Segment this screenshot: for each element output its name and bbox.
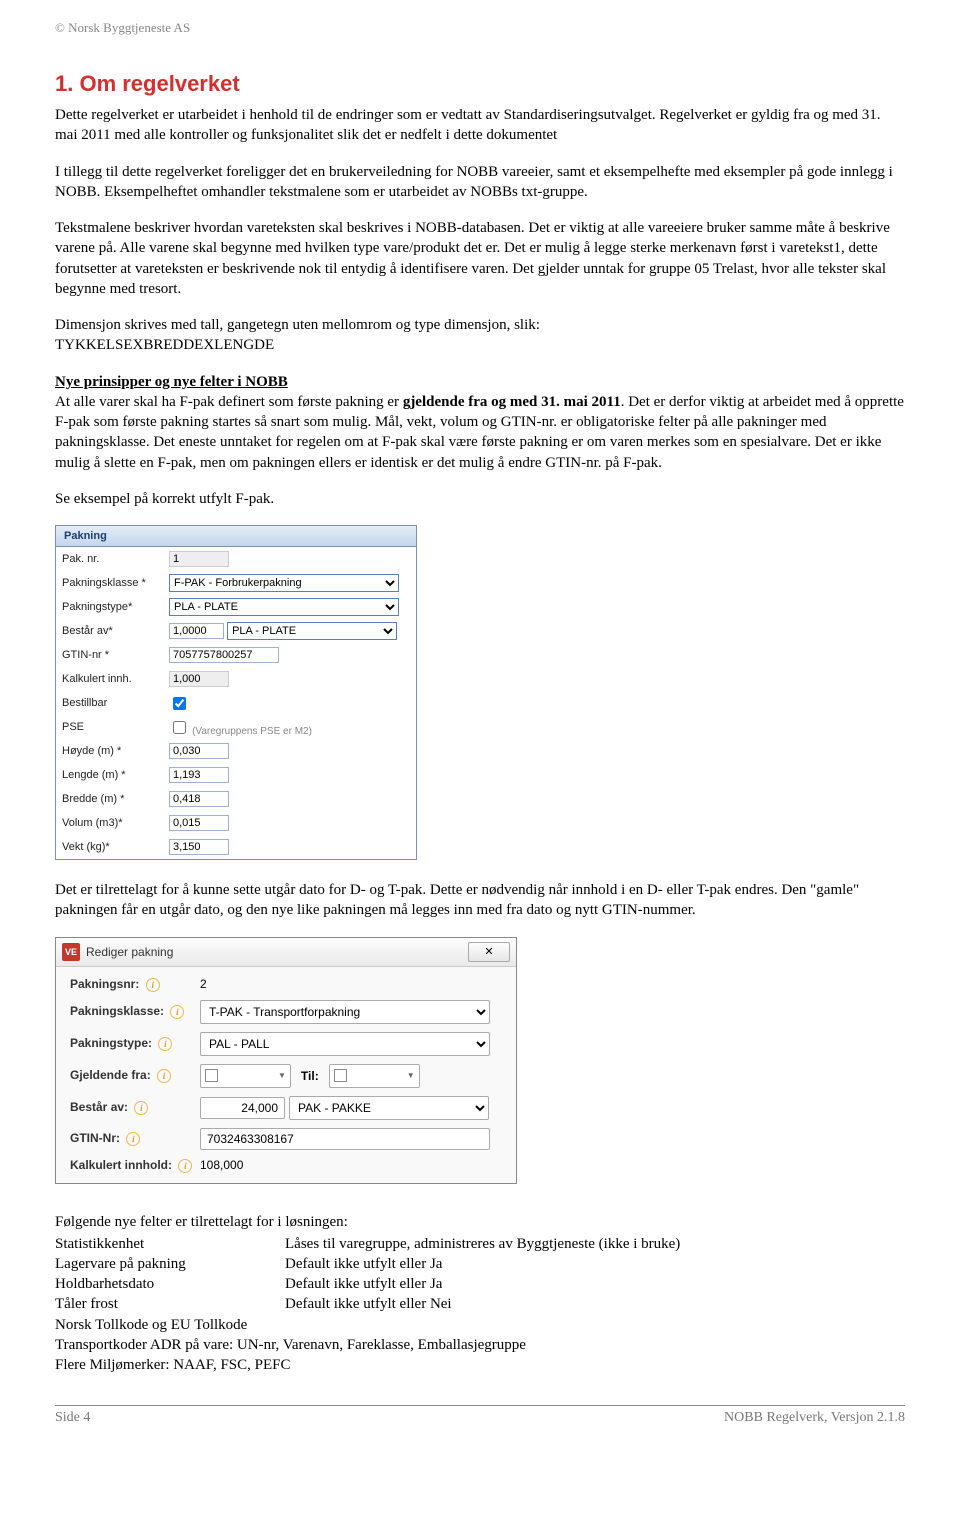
footer-right: NOBB Regelverk, Versjon 2.1.8 [724,1410,905,1426]
label-volum: Volum (m3)* [56,811,163,835]
input-bredde[interactable] [169,791,229,807]
field-desc: Låses til varegruppe, administreres av B… [285,1234,680,1254]
select-paktype[interactable]: PLA - PLATE [169,598,399,616]
paragraph-4a: Dimensjon skrives med tall, gangetegn ut… [55,317,540,333]
field-name: Lagervare på pakning [55,1254,285,1274]
input-lengde[interactable] [169,767,229,783]
pakning-form: Pakning Pak. nr. Pakningsklasse * F-PAK … [55,525,417,860]
new-fields-table: StatistikkenhetLåses til varegruppe, adm… [55,1234,680,1376]
close-icon: ✕ [484,945,493,958]
dlabel-bestar: Består av: [70,1100,128,1114]
sub-heading: Nye prinsipper og nye felter i NOBB [55,374,288,390]
label-gtin: GTIN-nr * [56,643,163,667]
pse-note: (Varegruppens PSE er M2) [192,726,312,737]
input-d-bestar-qty[interactable] [200,1097,285,1119]
paragraph-5: Nye prinsipper og nye felter i NOBB At a… [55,372,905,473]
label-pakklasse: Pakningsklasse * [56,571,163,595]
document-page: © Norsk Byggtjeneste AS 1. Om regelverke… [0,0,960,1456]
dlabel-paktype: Pakningstype: [70,1036,152,1050]
input-d-gtin[interactable] [200,1128,490,1150]
paragraph-5a: At alle varer skal ha F-pak definert som… [55,394,403,410]
select-d-bestar-unit[interactable]: PAK - PAKKE [289,1096,489,1120]
footer-left: Side 4 [55,1410,90,1426]
chevron-down-icon: ▼ [278,1071,286,1080]
info-icon[interactable]: i [126,1132,140,1146]
field-name: Holdbarhetsdato [55,1274,285,1294]
label-pse: PSE [56,715,163,739]
label-bestillbar: Bestillbar [56,691,163,715]
dlabel-gtin: GTIN-Nr: [70,1131,120,1145]
field-desc: Default ikke utfylt eller Ja [285,1254,680,1274]
label-hoyde: Høyde (m) * [56,739,163,763]
info-icon[interactable]: i [158,1037,172,1051]
rediger-pakning-dialog: VE Rediger pakning ✕ Pakningsnr: i 2 Pak… [55,937,517,1184]
pakning-form-title: Pakning [56,526,416,547]
info-icon[interactable]: i [146,978,160,992]
select-d-paktype[interactable]: PAL - PALL [200,1032,490,1056]
info-icon[interactable]: i [134,1101,148,1115]
date-to[interactable]: ▼ [329,1064,420,1088]
date-from[interactable]: ▼ [200,1064,291,1088]
field-name: Transportkoder ADR på vare: UN-nr, Varen… [55,1335,680,1355]
info-icon[interactable]: i [170,1005,184,1019]
paragraph-4b: TYKKELSEXBREDDEXLENGDE [55,337,274,353]
label-paknr: Pak. nr. [56,547,163,571]
chevron-down-icon: ▼ [407,1071,415,1080]
info-icon[interactable]: i [178,1159,192,1173]
field-desc: Default ikke utfylt eller Ja [285,1274,680,1294]
input-gtin[interactable] [169,647,279,663]
paragraph-2: I tillegg til dette regelverket foreligg… [55,162,905,203]
dialog-titlebar: VE Rediger pakning ✕ [56,938,516,967]
label-kalk: Kalkulert innh. [56,667,163,691]
label-bredde: Bredde (m) * [56,787,163,811]
checkbox-bestillbar[interactable] [173,697,186,710]
info-icon[interactable]: i [157,1069,171,1083]
input-vekt[interactable] [169,839,229,855]
dlabel-paknr: Pakningsnr: [70,977,139,991]
paragraph-1: Dette regelverket er utarbeidet i henhol… [55,105,905,146]
paragraph-4: Dimensjon skrives med tall, gangetegn ut… [55,315,905,356]
dialog-title: Rediger pakning [86,945,468,959]
label-lengde: Lengde (m) * [56,763,163,787]
field-name: Norsk Tollkode og EU Tollkode [55,1315,680,1335]
label-vekt: Vekt (kg)* [56,835,163,859]
input-bestar-qty[interactable] [169,623,224,639]
field-name: Flere Miljømerker: NAAF, FSC, PEFC [55,1355,680,1375]
field-name: Statistikkenhet [55,1234,285,1254]
select-pakklasse[interactable]: F-PAK - Forbrukerpakning [169,574,399,592]
dlabel-til: Til: [301,1069,319,1083]
dlabel-pakklasse: Pakningsklasse: [70,1004,164,1018]
value-paknr: 2 [200,977,207,991]
section-heading: 1. Om regelverket [55,71,905,97]
copyright-text: © Norsk Byggtjeneste AS [55,20,905,36]
input-volum[interactable] [169,815,229,831]
page-footer: Side 4 NOBB Regelverk, Versjon 2.1.8 [55,1410,905,1436]
select-bestar-unit[interactable]: PLA - PLATE [227,622,397,640]
field-desc: Default ikke utfylt eller Nei [285,1294,680,1314]
paragraph-5b: gjeldende fra og med 31. mai 2011 [403,394,621,410]
paragraph-6: Se eksempel på korrekt utfylt F-pak. [55,489,905,509]
dlabel-gjeldende: Gjeldende fra: [70,1068,151,1082]
close-button[interactable]: ✕ [468,942,510,962]
checkbox-pse[interactable] [173,721,186,734]
input-kalk[interactable] [169,671,229,687]
input-hoyde[interactable] [169,743,229,759]
field-name: Tåler frost [55,1294,285,1314]
input-paknr[interactable] [169,551,229,567]
label-bestar: Består av* [56,619,163,643]
app-icon: VE [62,943,80,961]
dlabel-kalk: Kalkulert innhold: [70,1158,172,1172]
paragraph-3: Tekstmalene beskriver hvordan varetekste… [55,218,905,299]
value-kalk: 108,000 [200,1158,243,1172]
label-paktype: Pakningstype* [56,595,163,619]
paragraph-8: Følgende nye felter er tilrettelagt for … [55,1214,905,1231]
select-d-pakklasse[interactable]: T-PAK - Transportforpakning [200,1000,490,1024]
footer-rule [55,1405,905,1406]
paragraph-7: Det er tilrettelagt for å kunne sette ut… [55,880,905,921]
